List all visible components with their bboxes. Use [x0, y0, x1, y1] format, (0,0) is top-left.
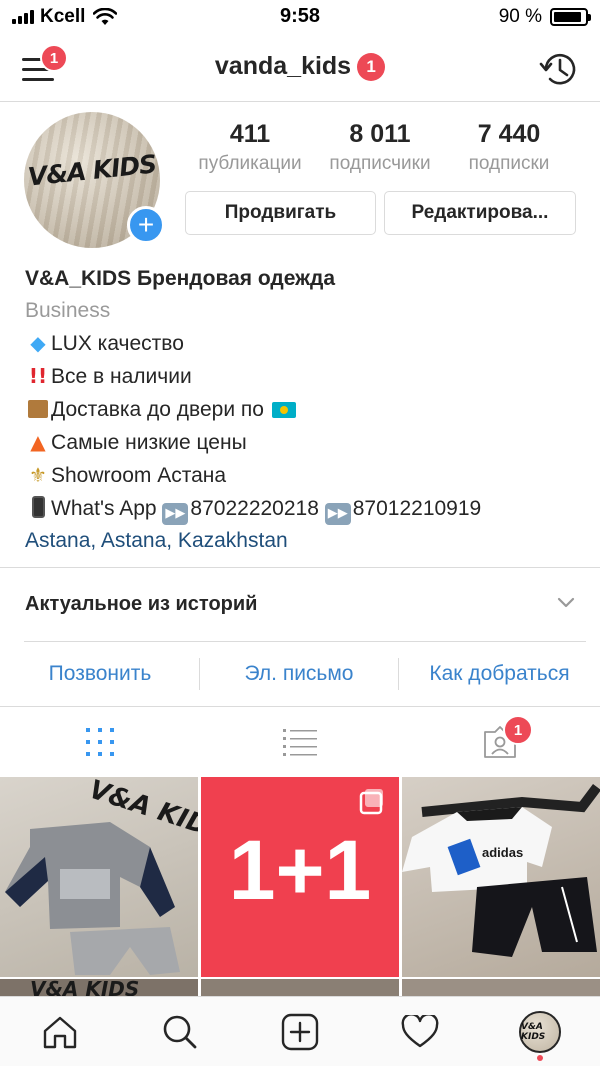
nav-bar: 1 vanda_kids 1	[0, 36, 600, 102]
post-image-tracksuit: adidas	[402, 784, 600, 957]
bio-category: Business	[25, 299, 111, 322]
story-highlights-label: Актуальное из историй	[25, 593, 258, 615]
tab-profile[interactable]: V&A KIDS	[480, 997, 600, 1066]
tab-search[interactable]	[120, 997, 240, 1066]
post-tile[interactable]: V&A KIDS	[0, 777, 198, 977]
home-icon	[43, 1016, 77, 1049]
bio-line-text: Доставка до двери по	[51, 398, 264, 421]
following-count: 7 440	[477, 120, 541, 148]
bio-line-text: LUX качество	[51, 332, 184, 355]
package-icon	[25, 393, 51, 425]
add-story-button[interactable]: +	[127, 206, 165, 244]
history-icon[interactable]	[538, 48, 580, 90]
fast-forward-icon: ▶▶	[324, 503, 351, 525]
nav-title[interactable]: vanda_kids 1	[0, 52, 600, 81]
post-grid: V&A KIDS 1+1 adidas V&A KIDS	[0, 777, 600, 997]
username: vanda_kids	[214, 52, 352, 80]
whatsapp-label: What's App	[51, 497, 157, 520]
notification-dot	[537, 1055, 543, 1061]
kazakhstan-flag-icon	[271, 402, 296, 418]
location-link[interactable]: Astana, Astana, Kazakhstan	[25, 525, 585, 557]
contact-buttons: Позвонить Эл. письмо Как добраться	[0, 642, 600, 706]
tagged-notification-badge: 1	[503, 715, 533, 745]
promo-text: 1+1	[229, 823, 372, 917]
bio-line: Доставка до двери по	[25, 393, 585, 426]
gem-icon: ◆	[30, 331, 46, 355]
tab-home[interactable]	[0, 997, 120, 1066]
fire-icon: ▲	[30, 430, 46, 454]
promote-button[interactable]: Продвигать	[185, 191, 376, 235]
search-icon	[163, 1015, 197, 1049]
battery-icon	[550, 8, 591, 26]
add-post-icon	[281, 1013, 319, 1051]
tab-grid[interactable]	[0, 707, 200, 777]
grid-icon	[86, 728, 114, 756]
story-highlights-row[interactable]: Актуальное из историй	[0, 570, 600, 640]
bio-line-text: Самые низкие цены	[51, 431, 247, 454]
bio-line: ⚜ Showroom Астана	[25, 459, 585, 492]
tile-caption: V&A KIDS	[30, 979, 139, 997]
status-bar: Kcell 9:58 90 %	[0, 0, 600, 36]
post-tile-partial[interactable]: V&A KIDS	[0, 977, 198, 997]
post-tile-partial[interactable]	[201, 979, 399, 997]
double-exclamation-icon: !!	[28, 364, 48, 388]
bio-line-whatsapp: What's App ▶▶ 87022220218 ▶▶ 87012210919	[25, 492, 585, 525]
stat-posts[interactable]: 411 публикации	[185, 120, 315, 175]
divider	[0, 567, 600, 568]
post-tile[interactable]: adidas	[402, 777, 600, 977]
phone-number-1[interactable]: 87022220218	[190, 497, 318, 520]
stat-following[interactable]: 7 440 подписки	[444, 120, 574, 175]
fleur-de-lis-icon: ⚜	[29, 463, 47, 487]
bottom-tab-bar: V&A KIDS	[0, 996, 600, 1066]
partial-tile-image: V&A KIDS	[30, 977, 139, 997]
bio-line-text: Showroom Астана	[51, 464, 227, 487]
account-badge: 1	[357, 52, 386, 81]
fast-forward-icon: ▶▶	[162, 503, 189, 525]
tile-caption: adidas	[482, 845, 523, 860]
heart-icon	[401, 1015, 439, 1048]
posts-count: 411	[229, 120, 271, 148]
post-tile[interactable]: 1+1	[201, 777, 399, 977]
chevron-down-icon	[557, 597, 575, 608]
battery-percent: 90 %	[498, 6, 542, 27]
status-right: 90 %	[498, 6, 591, 28]
post-image-promo: 1+1	[229, 789, 383, 917]
edit-profile-button[interactable]: Редактирова...	[384, 191, 576, 235]
profile-avatar-small: V&A KIDS	[519, 1011, 561, 1053]
profile-view-tabs: 1	[0, 707, 600, 777]
tab-list[interactable]	[200, 707, 400, 777]
bio-title: V&A_KIDS Брендовая одежда	[25, 267, 336, 290]
email-button[interactable]: Эл. письмо	[200, 642, 398, 706]
tab-new-post[interactable]	[240, 997, 360, 1066]
followers-label: подписчики	[329, 153, 431, 174]
call-button[interactable]: Позвонить	[0, 642, 200, 706]
list-icon	[283, 729, 317, 756]
stat-followers[interactable]: 8 011 подписчики	[315, 120, 445, 175]
bio: V&A_KIDS Брендовая одежда Business ◆ LUX …	[25, 263, 585, 557]
bio-line: ▲ Самые низкие цены	[25, 426, 585, 459]
posts-label: публикации	[198, 153, 302, 174]
phone-number-2[interactable]: 87012210919	[353, 497, 481, 520]
bio-line: !! Все в наличии	[25, 360, 585, 393]
tab-activity[interactable]	[360, 997, 480, 1066]
phone-icon	[25, 492, 51, 524]
bio-line: ◆ LUX качество	[25, 327, 585, 360]
followers-count: 8 011	[349, 120, 411, 148]
post-image-sweatsuit: V&A KIDS	[5, 777, 198, 975]
directions-button[interactable]: Как добраться	[399, 642, 600, 706]
bio-line-text: Все в наличии	[51, 365, 192, 388]
tab-tagged[interactable]: 1	[400, 707, 600, 777]
post-tile-partial[interactable]	[402, 979, 600, 997]
following-label: подписки	[468, 153, 550, 174]
